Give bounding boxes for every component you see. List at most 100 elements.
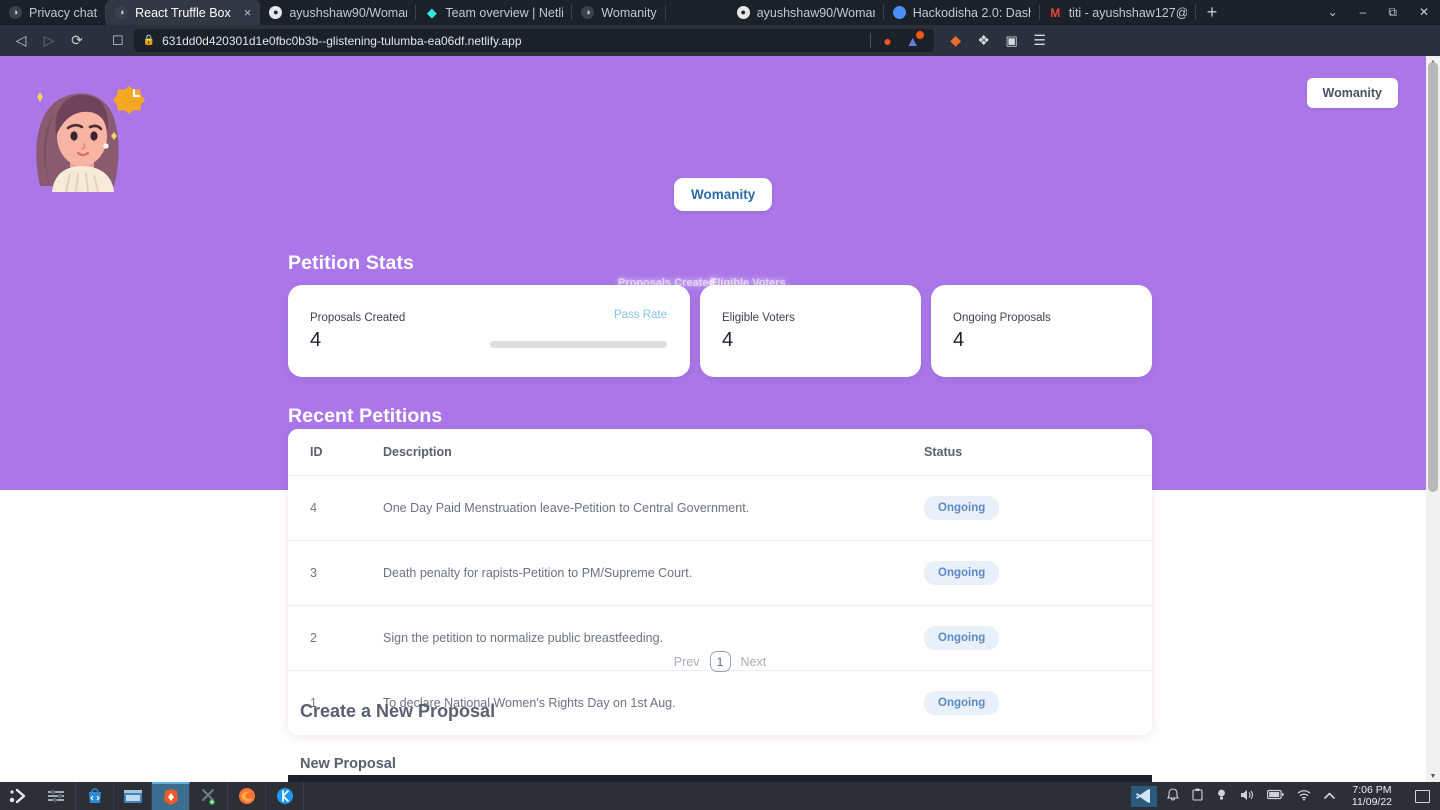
brave-shields-icon[interactable]: ● [880, 33, 896, 49]
minimize-icon[interactable]: – [1349, 0, 1378, 25]
vertical-scrollbar[interactable]: ▲ ▼ [1426, 56, 1440, 782]
github-icon: ● [736, 6, 750, 19]
tab-strip: ◑ Privacy chat ◑ React Truffle Box × ● a… [0, 0, 1440, 25]
browser-tab-2[interactable]: ● ayushshaw90/Womanity [260, 0, 417, 25]
brave-shield-icon: ◑ [9, 6, 22, 19]
address-bar-actions: ● ▲ [869, 30, 925, 49]
back-icon[interactable]: ◁ [8, 28, 34, 54]
show-hidden-icons-icon[interactable] [1324, 789, 1335, 803]
restore-icon[interactable]: ⧉ [1377, 0, 1408, 25]
browser-tab-4[interactable]: ◑ Womanity [572, 0, 666, 25]
notification-badge-icon[interactable]: ▲ [905, 30, 924, 49]
viewport-bottom-edge [288, 775, 1152, 782]
pagination: Prev 1 Next [288, 651, 1152, 672]
stat-card-eligible-voters: Eligible Voters Eligible Voters 4 [700, 277, 921, 377]
chrome-doc-icon [892, 6, 906, 19]
pagination-next-button[interactable]: Next [741, 655, 767, 669]
clipboard-icon[interactable] [1192, 788, 1203, 804]
tab-title: Privacy chat [29, 5, 98, 20]
stat-card-proposals-created: Proposals Created Proposals Created 4 Pa… [288, 277, 715, 377]
cell-description: Death penalty for rapists-Petition to PM… [383, 540, 912, 606]
scrollbar-thumb[interactable] [1428, 62, 1438, 492]
bookmark-icon[interactable]: ☐ [102, 33, 134, 49]
browser-tab-3[interactable]: ◆ Team overview | Netlify [416, 0, 573, 25]
nav-brand-button[interactable]: Womanity [1306, 78, 1398, 108]
taskbar-software-store-app[interactable] [76, 782, 114, 810]
page-title-recent-petitions: Recent Petitions [288, 405, 443, 427]
taskbar-settings-app[interactable] [38, 782, 76, 810]
brave-lion-icon [163, 789, 178, 805]
extension-icons: ◆ ❖ ▣ ☰ [934, 32, 1048, 49]
stat-card-ongoing-proposals: Ongoing Proposals 4 [931, 285, 1152, 377]
tab-title: ayushshaw90/Womanity [756, 5, 875, 20]
stat-label: Ongoing Proposals [953, 312, 1051, 324]
status-badge: Ongoing [924, 626, 1000, 650]
metamask-fox-icon[interactable]: ◆ [948, 32, 964, 49]
navigation-bar: ◁ ▷ ⟳ ☐ 🔒 631dd0d420301d1e0fbc0b3b--glis… [0, 25, 1440, 56]
taskbar-brave-browser-app[interactable] [152, 782, 190, 810]
brave-shield-icon: ◑ [115, 6, 129, 19]
table-row[interactable]: 4 One Day Paid Menstruation leave-Petiti… [288, 475, 1152, 541]
column-header-description: Description [383, 429, 912, 476]
cell-status: Ongoing [912, 475, 1152, 541]
close-window-icon[interactable]: ✕ [1408, 0, 1440, 25]
scroll-down-icon[interactable]: ▼ [1426, 770, 1440, 782]
lock-icon: 🔒 [142, 35, 156, 46]
pagination-prev-button[interactable]: Prev [674, 655, 700, 669]
ghost-label: Eligible Voters [710, 277, 786, 289]
browser-tab-7[interactable]: M titi - ayushshaw127@g [1040, 0, 1196, 25]
taskbar-kde-app[interactable] [266, 782, 304, 810]
stat-value: 4 [953, 328, 965, 351]
taskbar-file-manager-app[interactable] [114, 782, 152, 810]
netlify-icon: ◆ [426, 5, 437, 20]
github-icon: ● [269, 6, 283, 19]
address-bar-wrap: ☐ 🔒 631dd0d420301d1e0fbc0b3b--glistening… [102, 25, 1432, 56]
show-desktop-button[interactable] [1415, 789, 1430, 803]
stat-label: Eligible Voters [722, 312, 795, 324]
clock-time: 7:06 PM [1352, 783, 1392, 796]
column-header-status: Status [912, 429, 1152, 476]
clock-date: 11/09/22 [1351, 796, 1392, 808]
wifi-icon[interactable] [1297, 789, 1311, 804]
taskbar-scissors-app[interactable] [190, 782, 228, 810]
cell-id: 4 [288, 475, 383, 541]
browser-tab-5[interactable]: ● ayushshaw90/Womanity [728, 0, 884, 25]
bell-icon[interactable] [1167, 788, 1179, 804]
close-icon[interactable]: × [238, 5, 252, 20]
address-bar[interactable]: 🔒 631dd0d420301d1e0fbc0b3b--glistening-t… [133, 29, 934, 52]
brand-pill[interactable]: Womanity [674, 178, 773, 211]
taskbar-clock[interactable]: 7:06 PM 11/09/22 [1348, 784, 1396, 809]
table-row[interactable]: 3 Death penalty for rapists-Petition to … [288, 540, 1152, 606]
forward-icon[interactable]: ▷ [36, 28, 62, 54]
browser-tab-6[interactable]: Hackodisha 2.0: Dashb [884, 0, 1040, 25]
url-text: 631dd0d420301d1e0fbc0b3b--glistening-tul… [162, 33, 522, 48]
profile-icon[interactable]: ▣ [1004, 33, 1020, 49]
volume-icon[interactable] [1240, 789, 1254, 804]
browser-window: ◑ Privacy chat ◑ React Truffle Box × ● a… [0, 0, 1440, 810]
tab-title: titi - ayushshaw127@g [1068, 5, 1187, 20]
pagination-page-1[interactable]: 1 [709, 651, 731, 672]
extensions-puzzle-icon[interactable]: ❖ [976, 32, 992, 49]
page-title-create-proposal: Create a New Proposal [300, 701, 496, 721]
reload-icon[interactable]: ⟳ [64, 28, 90, 54]
browser-tab-0[interactable]: ◑ Privacy chat [0, 0, 107, 25]
brightness-icon[interactable] [1216, 788, 1227, 804]
pass-rate-block: Pass Rate [467, 309, 667, 321]
browser-tab-1-active[interactable]: ◑ React Truffle Box × [106, 0, 261, 25]
tab-title: ayushshaw90/Womanity [289, 5, 407, 20]
taskbar-vscode-app[interactable] [1130, 785, 1157, 807]
woman-illustration-icon [36, 86, 145, 193]
taskbar-firefox-app[interactable] [228, 782, 266, 810]
battery-icon[interactable] [1266, 789, 1284, 803]
sliders-icon [47, 789, 64, 803]
cell-description: One Day Paid Menstruation leave-Petition… [383, 475, 912, 541]
gmail-icon: M [1050, 5, 1061, 20]
start-menu-button[interactable] [0, 782, 38, 810]
page-viewport: Womanity Womanity Petition Stats Proposa… [0, 56, 1440, 782]
new-tab-button[interactable]: + [1196, 0, 1229, 25]
browser-menu-icon[interactable]: ☰ [1032, 32, 1048, 49]
recent-petitions-table: ID Description Status 4 One Day Paid Men… [288, 429, 1152, 735]
pass-rate-label: Pass Rate [613, 309, 667, 321]
firefox-icon [238, 788, 255, 804]
tab-list-icon[interactable]: ⌄ [1317, 0, 1349, 25]
